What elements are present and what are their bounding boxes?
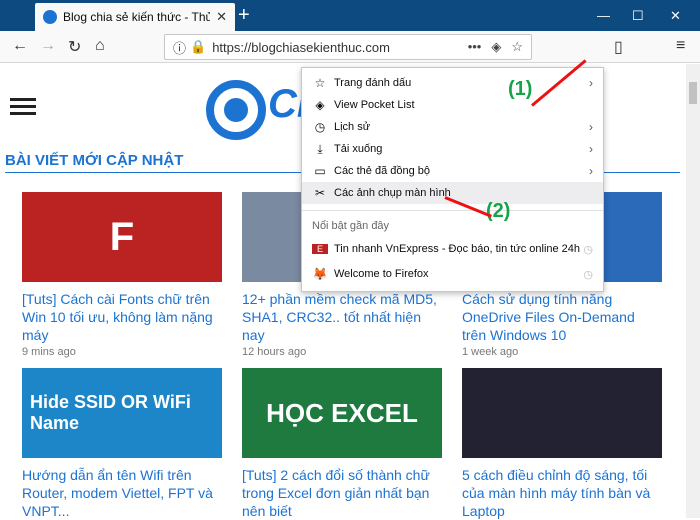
favicon-icon [43,10,57,24]
new-tab-button[interactable]: + [238,5,250,25]
tab-title: Blog chia sẻ kiến thức - Thủ th [63,10,211,24]
url-text[interactable]: https://blogchiasekienthuc.com [212,40,390,55]
menu-item-label: Các thẻ đã đồng bộ [334,165,431,177]
article-card[interactable]: F [Tuts] Cách cài Fonts chữ trên Win 10 … [22,192,222,358]
title-bar: Blog chia sẻ kiến thức - Thủ th ✕ + — ☐ … [0,0,700,31]
recent-item-label: Tin nhanh VnExpress - Đọc báo, tin tức o… [334,243,581,255]
menu-icon[interactable]: ≡ [676,37,685,55]
article-thumbnail[interactable]: HỌC EXCEL [242,368,442,458]
download-icon: ⤓ [317,141,323,156]
synced-tabs-icon: ▭ [314,164,326,178]
star-icon: ☆ [314,76,326,90]
chevron-right-icon: › [589,76,593,90]
vnexpress-icon: E [312,244,328,254]
article-card[interactable]: 5 cách điều chỉnh độ sáng, tối của màn h… [462,368,662,520]
navigation-toolbar: ← → ↻ ⌂ ⓘ 🔒 https://blogchiasekienthuc.c… [0,31,700,90]
article-card[interactable]: HỌC EXCEL [Tuts] 2 cách đổi số thành chữ… [242,368,442,520]
article-title[interactable]: 12+ phần mềm check mã MD5, SHA1, CRC32..… [242,290,442,344]
site-logo[interactable] [206,80,266,140]
menu-item-label: Các ảnh chụp màn hình [334,187,451,199]
annotation-1: (1) [508,78,533,100]
clock-icon: ◷ [583,243,593,256]
menu-item-label: View Pocket List [334,99,415,111]
bookmark-star-icon[interactable]: ☆ [511,39,523,55]
minimize-button[interactable]: — [597,8,610,23]
article-title[interactable]: Hướng dẫn ẩn tên Wifi trên Router, modem… [22,466,222,520]
scissors-icon: ✂ [314,186,326,200]
pocket-icon: ◈ [315,98,325,112]
tab-close-icon[interactable]: ✕ [216,9,227,25]
lock-icon: 🔒 [190,39,207,54]
article-title[interactable]: Cách sử dụng tính năng OneDrive Files On… [462,290,662,344]
firefox-icon: 🦊 [312,267,328,281]
article-date: 12 hours ago [242,346,307,358]
menu-item-history[interactable]: ◷ Lịch sử › [302,116,603,138]
library-menu: ☆ Trang đánh dấu › ◈ View Pocket List ◷ … [301,67,604,292]
annotation-2: (2) [486,200,511,222]
menu-item-label: Tải xuống [334,143,383,155]
article-thumbnail[interactable]: Hide SSID OR WiFi Name [22,368,222,458]
menu-item-pocket[interactable]: ◈ View Pocket List [302,94,603,116]
pocket-icon[interactable]: ◈ [491,39,501,55]
article-date: 1 week ago [462,346,519,358]
forward-icon[interactable]: → [40,37,56,55]
home-icon[interactable]: ⌂ [95,37,105,55]
scrollbar-thumb[interactable] [689,82,697,104]
reload-icon[interactable]: ↻ [68,37,81,57]
article-title[interactable]: [Tuts] Cách cài Fonts chữ trên Win 10 tố… [22,290,222,344]
section-heading: BÀI VIẾT MỚI CẬP NHẬT [5,152,184,169]
clock-icon: ◷ [583,268,593,281]
article-thumbnail[interactable] [462,368,662,458]
info-icon[interactable]: ⓘ [173,38,186,57]
menu-item-synced-tabs[interactable]: ▭ Các thẻ đã đồng bộ › [302,160,603,182]
recent-highlights-title: Nổi bật gần đây [312,220,390,232]
site-menu-icon[interactable] [10,98,36,116]
scrollbar[interactable] [686,64,700,518]
clock-icon: ◷ [314,120,326,134]
recent-item[interactable]: 🦊 Welcome to Firefox ◷ [302,263,603,285]
recent-item[interactable]: E Tin nhanh VnExpress - Đọc báo, tin tức… [302,238,603,260]
article-date: 9 mins ago [22,346,76,358]
chevron-right-icon: › [589,120,593,134]
menu-item-downloads[interactable]: ⤓ Tải xuống › [302,138,603,160]
menu-item-label: Lịch sử [334,121,371,133]
recent-item-label: Welcome to Firefox [334,268,429,280]
sidebar-icon[interactable]: ▯ [614,37,623,57]
browser-tab[interactable]: Blog chia sẻ kiến thức - Thủ th ✕ [35,3,235,31]
back-icon[interactable]: ← [12,37,28,55]
article-title[interactable]: 5 cách điều chỉnh độ sáng, tối của màn h… [462,466,662,520]
chevron-right-icon: › [589,164,593,178]
article-card[interactable]: Hide SSID OR WiFi Name Hướng dẫn ẩn tên … [22,368,222,520]
menu-separator [302,210,603,211]
url-bar[interactable]: ⓘ 🔒 https://blogchiasekienthuc.com ••• ◈… [164,34,532,60]
close-window-button[interactable]: ✕ [670,8,681,24]
article-title[interactable]: [Tuts] 2 cách đổi số thành chữ trong Exc… [242,466,442,520]
chevron-right-icon: › [589,142,593,156]
maximize-button[interactable]: ☐ [632,8,644,24]
menu-item-label: Trang đánh dấu [334,77,412,89]
page-actions-icon[interactable]: ••• [468,39,482,55]
article-thumbnail[interactable]: F [22,192,222,282]
